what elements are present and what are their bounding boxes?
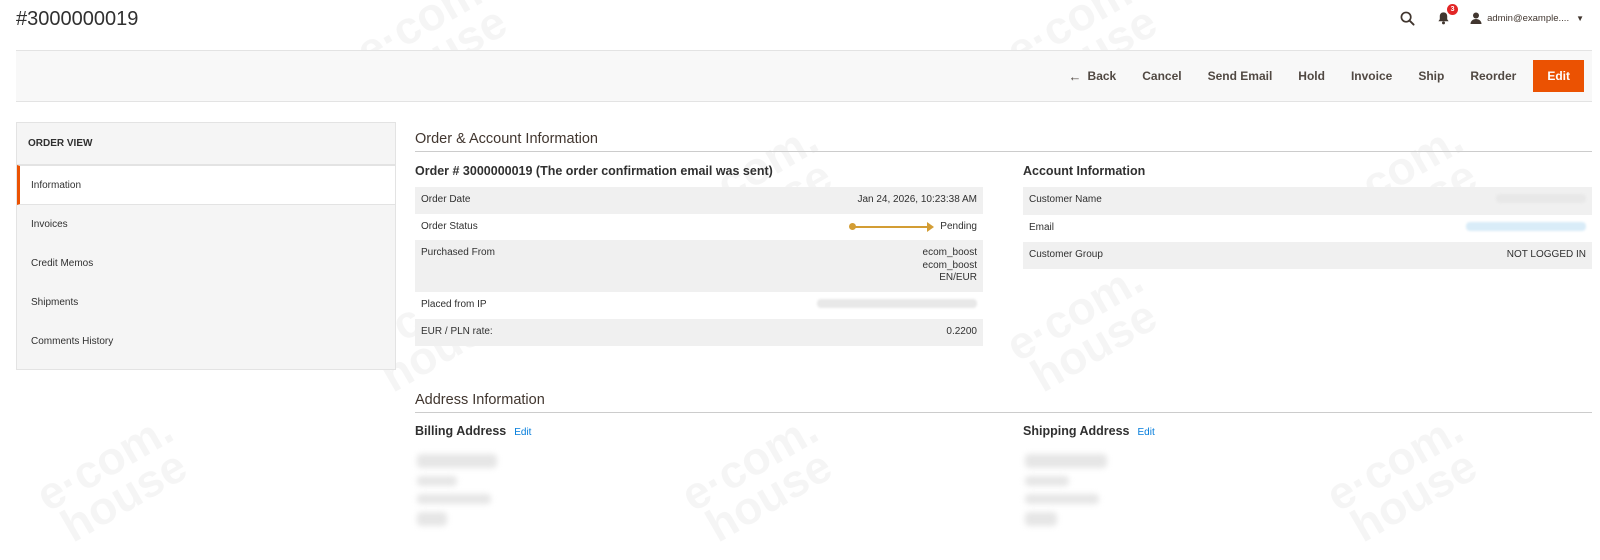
- status-progress-arrow-icon: [849, 221, 935, 232]
- send-email-button[interactable]: Send Email: [1195, 60, 1286, 92]
- email-label: Email: [1029, 221, 1055, 233]
- admin-user-menu[interactable]: admin@example.... ▼: [1470, 12, 1584, 24]
- table-row: Email: [1023, 214, 1592, 243]
- page-title: #3000000019: [16, 8, 139, 30]
- search-icon[interactable]: [1398, 9, 1416, 27]
- header-actions: 3 admin@example.... ▼: [1398, 4, 1584, 28]
- shipping-address-edit-link[interactable]: Edit: [1138, 427, 1155, 438]
- shipping-address: Shipping Address Edit: [1023, 424, 1591, 540]
- table-row: Customer Name: [1023, 187, 1592, 215]
- customer-name-value-redacted: [1247, 187, 1592, 215]
- order-title: Order # 3000000019 (The order confirmati…: [415, 164, 773, 178]
- customer-name-label: Customer Name: [1029, 194, 1102, 205]
- order-information: Order # 3000000019 (The order confirmati…: [415, 164, 983, 346]
- page-header: #3000000019 3 admin@example.... ▼: [0, 0, 1600, 48]
- order-status-label: Order Status: [421, 220, 478, 232]
- cancel-button[interactable]: Cancel: [1129, 60, 1194, 92]
- back-button[interactable]: ← Back: [1056, 60, 1130, 92]
- notification-count-badge: 3: [1447, 4, 1459, 15]
- purchased-from-label: Purchased From: [421, 247, 495, 258]
- watermark: e·com.house: [30, 408, 197, 550]
- order-view-sidebar: ORDER VIEW Information Invoices Credit M…: [16, 122, 396, 370]
- user-icon: [1470, 12, 1482, 24]
- table-row: Customer Group NOT LOGGED IN: [1023, 242, 1592, 269]
- billing-address-redacted: [415, 448, 501, 540]
- reorder-button[interactable]: Reorder: [1457, 60, 1529, 92]
- account-information: Account Information Customer Name Email …: [1023, 164, 1592, 269]
- address-section-title: Address Information: [415, 392, 1592, 413]
- order-status-cell: Pending: [604, 214, 983, 241]
- arrow-left-icon: ←: [1068, 68, 1082, 84]
- watermark: e·com.house: [1000, 258, 1167, 400]
- email-value-redacted[interactable]: [1247, 215, 1592, 243]
- purchased-from-store: ecom_boost: [922, 259, 977, 271]
- table-row: Order Date Jan 24, 2026, 10:23:38 AM: [415, 187, 983, 214]
- table-row: Purchased From ecom_boost ecom_boost EN/…: [415, 240, 983, 292]
- account-information-table: Customer Name Email Customer Group NOT L…: [1023, 187, 1592, 269]
- sidebar-item-credit-memos[interactable]: Credit Memos: [17, 244, 395, 283]
- table-row: Order Status Pending: [415, 213, 983, 241]
- table-row: EUR / PLN rate: 0.2200: [415, 319, 983, 346]
- customer-group-value: NOT LOGGED IN: [1506, 249, 1586, 260]
- currency-rate-label: EUR / PLN rate:: [421, 326, 493, 337]
- edit-button[interactable]: Edit: [1533, 60, 1584, 92]
- sidebar-item-comments-history[interactable]: Comments History: [17, 322, 395, 361]
- currency-rate-value: 0.2200: [946, 326, 977, 337]
- page-actions-bar: ← Back Cancel Send Email Hold Invoice Sh…: [16, 50, 1592, 102]
- invoice-button[interactable]: Invoice: [1338, 60, 1405, 92]
- action-buttons: ← Back Cancel Send Email Hold Invoice Sh…: [1056, 60, 1584, 92]
- purchased-from-value: ecom_boost ecom_boost EN/EUR: [604, 240, 983, 292]
- order-date-label: Order Date: [421, 194, 471, 205]
- order-information-table: Order Date Jan 24, 2026, 10:23:38 AM Ord…: [415, 187, 983, 346]
- billing-address: Billing Address Edit: [415, 424, 983, 540]
- account-title: Account Information: [1023, 164, 1146, 178]
- redacted-value: [817, 298, 977, 308]
- sidebar-item-invoices[interactable]: Invoices: [17, 205, 395, 244]
- hold-button[interactable]: Hold: [1285, 60, 1338, 92]
- order-date-value: Jan 24, 2026, 10:23:38 AM: [857, 194, 977, 205]
- redacted-value: [1466, 221, 1586, 231]
- customer-group-label: Customer Group: [1029, 249, 1103, 260]
- bell-icon[interactable]: 3: [1434, 4, 1459, 27]
- sidebar-item-information[interactable]: Information: [17, 165, 395, 205]
- sidebar-title: ORDER VIEW: [17, 123, 395, 165]
- redacted-value: [1496, 194, 1586, 203]
- order-account-section-title: Order & Account Information: [415, 131, 1592, 152]
- order-status-value: Pending: [940, 220, 977, 232]
- purchased-from-storeview: EN/EUR: [939, 272, 977, 283]
- ship-button[interactable]: Ship: [1405, 60, 1457, 92]
- admin-username: admin@example....: [1487, 12, 1570, 24]
- placed-from-ip-value-redacted: [604, 292, 983, 320]
- shipping-address-redacted: [1023, 448, 1109, 540]
- purchased-from-website: ecom_boost: [922, 247, 977, 258]
- caret-down-icon: ▼: [1576, 13, 1584, 23]
- sidebar-item-shipments[interactable]: Shipments: [17, 283, 395, 322]
- billing-address-title: Billing Address: [415, 424, 507, 438]
- table-row: Placed from IP: [415, 291, 983, 320]
- placed-from-ip-label: Placed from IP: [421, 298, 487, 310]
- billing-address-edit-link[interactable]: Edit: [514, 427, 531, 438]
- back-label: Back: [1087, 69, 1117, 83]
- shipping-address-title: Shipping Address: [1023, 424, 1130, 438]
